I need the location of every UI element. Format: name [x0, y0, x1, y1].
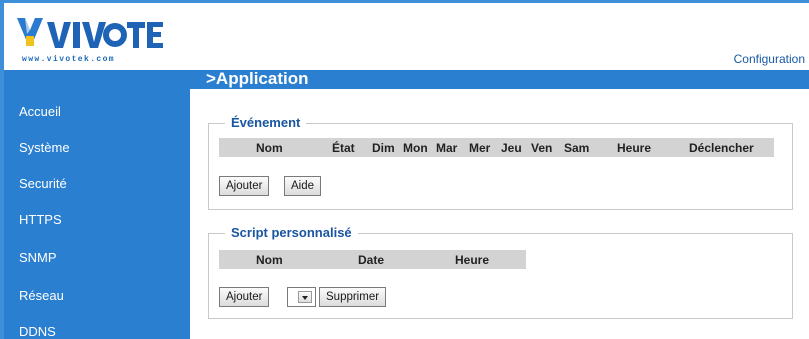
column-header-declencher: Déclencher [689, 141, 754, 155]
script-add-button[interactable]: Ajouter [219, 287, 270, 307]
script-file-select[interactable] [287, 287, 316, 307]
custom-script-section: Script personnalisé Nom Date Heure Ajout… [208, 225, 793, 319]
sidebar: Accueil Système Securité HTTPS SNMP Rése… [4, 70, 190, 339]
column-header-date: Date [358, 253, 385, 267]
column-header-heure: Heure [455, 253, 490, 267]
sidebar-item-snmp[interactable]: SNMP [19, 250, 57, 265]
custom-script-legend: Script personnalisé [225, 225, 358, 240]
column-header-nom: Nom [256, 141, 283, 155]
script-delete-button[interactable]: Supprimer [319, 287, 387, 307]
column-header-mer: Mer [469, 141, 491, 155]
column-header-heure: Heure [617, 141, 652, 155]
event-help-button[interactable]: Aide [284, 176, 322, 196]
column-header-mar: Mar [436, 141, 458, 155]
sidebar-item-ddns[interactable]: DDNS [19, 324, 56, 339]
page-header-bar: >Application [190, 69, 809, 89]
logo-area: www.vivotek.com [4, 3, 190, 70]
column-header-ven: Ven [531, 141, 553, 155]
column-header-nom: Nom [256, 253, 283, 267]
event-add-button[interactable]: Ajouter [219, 176, 270, 196]
sidebar-item-https[interactable]: HTTPS [19, 212, 62, 227]
column-header-sam: Sam [564, 141, 590, 155]
event-table-header: Nom État Dim Mon Mar Mer Jeu Ven Sam Heu… [219, 138, 774, 157]
vivotek-logo[interactable] [17, 16, 167, 59]
column-header-dim: Dim [372, 141, 395, 155]
page-title: >Application [206, 69, 309, 88]
sidebar-item-reseau[interactable]: Réseau [19, 288, 64, 303]
column-header-jeu: Jeu [501, 141, 522, 155]
brand-tagline: www.vivotek.com [22, 55, 116, 64]
sidebar-item-securite[interactable]: Securité [19, 176, 67, 191]
configuration-link[interactable]: Configuration [734, 52, 805, 66]
sidebar-item-accueil[interactable]: Accueil [19, 104, 61, 119]
event-section-legend: Événement [225, 115, 307, 130]
event-section: Événement Nom État Dim Mon Mar Mer Jeu V… [208, 115, 793, 210]
column-header-etat: État [332, 141, 355, 155]
chevron-down-icon[interactable] [298, 291, 312, 303]
vivotek-logo-svg [17, 18, 163, 48]
sidebar-item-systeme[interactable]: Système [19, 140, 70, 155]
script-table-header: Nom Date Heure [219, 250, 526, 269]
column-header-mon: Mon [403, 141, 428, 155]
